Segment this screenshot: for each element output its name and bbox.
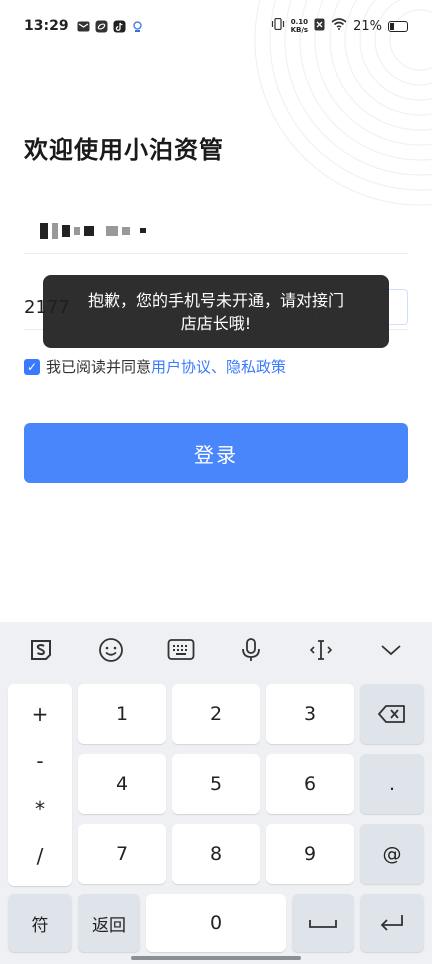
toast-line-2: 店店长哦! (180, 313, 252, 333)
masked-phone-number (24, 222, 146, 239)
backspace-icon (378, 705, 405, 723)
key-2[interactable]: 2 (172, 684, 260, 744)
key-6[interactable]: 6 (266, 754, 354, 814)
plus-key[interactable]: + (32, 702, 49, 726)
slash-key[interactable]: / (37, 844, 44, 868)
cursor-icon[interactable] (303, 632, 339, 668)
back-key[interactable]: 返回 (78, 894, 140, 952)
key-0[interactable]: 0 (146, 894, 286, 952)
key-1[interactable]: 1 (78, 684, 166, 744)
collapse-icon[interactable] (373, 632, 409, 668)
phone-number-field[interactable] (24, 208, 408, 254)
keyboard-icon[interactable] (163, 632, 199, 668)
key-3[interactable]: 3 (266, 684, 354, 744)
keyboard-toolbar (0, 622, 432, 678)
backspace-key[interactable] (360, 684, 424, 744)
key-9[interactable]: 9 (266, 824, 354, 884)
space-icon (309, 920, 337, 928)
space-key[interactable] (292, 894, 354, 952)
agreement-text: 我已阅读并同意 (46, 358, 152, 376)
microphone-icon[interactable] (233, 632, 269, 668)
network-speed: 0.10 KB/s (291, 18, 308, 34)
toast-message: 抱歉，您的手机号未开通，请对接门 店店长哦! (43, 275, 389, 348)
toast-line-1: 抱歉，您的手机号未开通，请对接门 (87, 290, 344, 310)
app-notification-icon (95, 19, 109, 33)
home-indicator[interactable] (131, 956, 301, 960)
symbols-column: + - * / (8, 684, 72, 886)
at-key[interactable]: @ (360, 824, 424, 884)
key-4[interactable]: 4 (78, 754, 166, 814)
alert-app-icon (131, 19, 145, 33)
wifi-icon (331, 18, 347, 34)
numeric-keyboard: + - * / 1 2 3 4 5 6 . 7 8 9 @ 符 返回 0 (0, 622, 432, 964)
status-time: 13:29 (24, 18, 69, 34)
battery-percent: 21% (353, 18, 382, 34)
login-button[interactable]: 登录 (24, 423, 408, 483)
key-5[interactable]: 5 (172, 754, 260, 814)
network-speed-unit: KB/s (290, 26, 309, 34)
network-speed-value: 0.10 (290, 18, 308, 26)
key-8[interactable]: 8 (172, 824, 260, 884)
tiktok-icon (113, 19, 127, 33)
vibrate-icon (271, 17, 285, 34)
agreement-checkbox[interactable]: ✓ (24, 358, 40, 375)
sogou-logo-icon[interactable] (23, 632, 59, 668)
key-7[interactable]: 7 (78, 824, 166, 884)
dot-key[interactable]: . (360, 754, 424, 814)
agreement-row: ✓ 我已阅读并同意 用户协议、隐私政策 (24, 356, 286, 377)
enter-icon (380, 915, 403, 931)
sim-disabled-icon (314, 18, 325, 35)
agreement-links[interactable]: 用户协议、隐私政策 (151, 356, 286, 377)
symbol-key[interactable]: 符 (8, 894, 72, 952)
mail-icon (77, 19, 91, 33)
minus-key[interactable]: - (36, 749, 43, 773)
status-bar: 13:29 0.10 KB/s 21% (0, 0, 432, 52)
emoji-icon[interactable] (93, 632, 129, 668)
battery-icon (388, 20, 408, 32)
enter-key[interactable] (360, 894, 424, 952)
page-title: 欢迎使用小泊资管 (24, 136, 224, 164)
asterisk-key[interactable]: * (35, 797, 45, 821)
